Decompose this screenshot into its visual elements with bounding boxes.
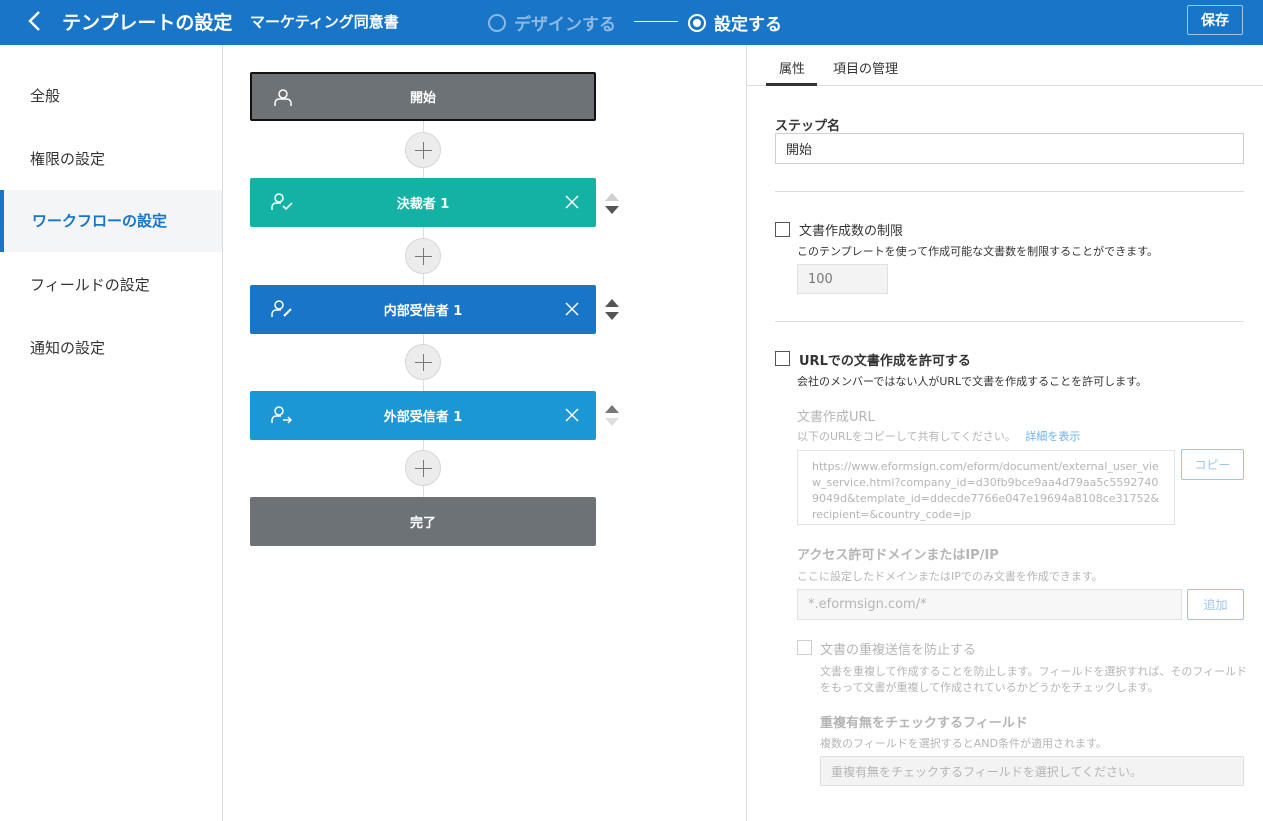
reorder-arrows[interactable]: [605, 405, 619, 427]
prevent-duplicate-hint-1: 文書を重複して作成することを防止します。フィールドを選択すれば、そのフィールド: [820, 665, 1248, 678]
properties-panel: 属性 項目の管理 ステップ名 開始 文書作成数の制限 このテンプレートを使って作…: [746, 45, 1263, 821]
add-step-button[interactable]: [405, 132, 441, 168]
step-connector: [634, 21, 678, 22]
limit-checkbox[interactable]: [775, 222, 790, 237]
workflow-canvas: 開始 決裁者 1 内部受信者 1 外部受信者 1 完了: [223, 45, 746, 821]
arrow-down-icon[interactable]: [605, 312, 619, 320]
workflow-step-external-recipient[interactable]: 外部受信者 1: [250, 391, 596, 440]
arrow-up-icon[interactable]: [605, 299, 619, 307]
divider: [775, 191, 1244, 192]
divider: [775, 321, 1244, 322]
close-icon[interactable]: [564, 194, 580, 210]
radio-off-icon: [488, 13, 506, 32]
limit-label: 文書作成数の制限: [799, 224, 904, 239]
create-url-label: 文書作成URL: [797, 410, 875, 425]
user-send-icon: [271, 406, 293, 424]
create-url-field[interactable]: https://www.eformsign.com/eform/document…: [797, 450, 1175, 525]
page-title: テンプレートの設定: [62, 12, 233, 34]
close-icon[interactable]: [564, 301, 580, 317]
domain-input[interactable]: *.eformsign.com/*: [797, 589, 1182, 620]
prevent-duplicate-hint-2: をもって文書が重複して作成されているかどうかをチェックします。: [820, 681, 1159, 694]
domain-hint: ここに設定したドメインまたはIPでのみ文書を作成できます。: [797, 570, 1103, 583]
copy-button[interactable]: コピー: [1181, 449, 1244, 480]
arrow-up-icon[interactable]: [605, 405, 619, 413]
document-name: マーケティング同意書: [250, 13, 399, 31]
reorder-arrows[interactable]: [605, 299, 619, 321]
arrow-down-icon[interactable]: [605, 206, 619, 214]
duplicate-field-hint: 複数のフィールドを選択するとAND条件が適用されます。: [820, 737, 1107, 750]
step-design-label: デザインする: [514, 15, 616, 35]
detail-link[interactable]: 詳細を表示: [1025, 430, 1080, 443]
arrow-up-icon[interactable]: [605, 193, 619, 201]
active-tab-underline: [766, 83, 817, 86]
workflow-step-internal-recipient[interactable]: 内部受信者 1: [250, 285, 596, 334]
close-icon[interactable]: [564, 407, 580, 423]
duplicate-field-select[interactable]: 重複有無をチェックするフィールドを選択してください。: [820, 756, 1244, 786]
user-edit-icon: [271, 300, 292, 317]
prevent-duplicate-label: 文書の重複送信を防止する: [820, 643, 977, 658]
duplicate-field-label: 重複有無をチェックするフィールド: [820, 716, 1028, 731]
sidebar-item-general[interactable]: 全般: [0, 65, 222, 127]
add-step-button[interactable]: [405, 450, 441, 486]
step-design[interactable]: デザインする: [488, 10, 616, 35]
header-bar: テンプレートの設定 マーケティング同意書 デザインする 設定する 保存: [0, 0, 1263, 45]
add-step-button[interactable]: [405, 238, 441, 274]
tab-item-management[interactable]: 項目の管理: [833, 58, 898, 77]
sidebar-item-permissions[interactable]: 権限の設定: [0, 128, 222, 190]
back-arrow-icon[interactable]: [24, 9, 48, 33]
step-label: 外部受信者 1: [383, 410, 463, 425]
step-settings-label: 設定する: [714, 15, 782, 35]
add-step-button[interactable]: [405, 344, 441, 380]
save-button[interactable]: 保存: [1187, 5, 1243, 35]
workflow-step-start[interactable]: 開始: [250, 72, 596, 121]
user-icon: [274, 89, 292, 106]
step-label: 開始: [409, 91, 436, 106]
limit-count-input[interactable]: 100: [797, 264, 888, 294]
sidebar-item-notifications[interactable]: 通知の設定: [0, 317, 222, 379]
workflow-step-complete[interactable]: 完了: [250, 497, 596, 546]
sidebar-item-fields[interactable]: フィールドの設定: [0, 254, 222, 316]
add-domain-button[interactable]: 追加: [1187, 589, 1244, 620]
step-label: 完了: [409, 516, 436, 531]
step-name-input[interactable]: 開始: [775, 133, 1244, 164]
copy-hint: 以下のURLをコピーして共有してください。 詳細を表示: [797, 428, 1080, 444]
step-label: 決裁者 1: [396, 197, 450, 212]
url-create-label: URLでの文書作成を許可する: [799, 354, 971, 369]
panel-tabs: 属性 項目の管理: [747, 45, 1263, 86]
sidebar-item-workflow[interactable]: ワークフローの設定: [0, 190, 222, 252]
step-settings[interactable]: 設定する: [688, 10, 782, 35]
url-create-checkbox[interactable]: [775, 351, 790, 366]
step-label: 内部受信者 1: [383, 304, 463, 319]
user-check-icon: [271, 193, 293, 211]
radio-on-icon: [688, 13, 706, 32]
reorder-arrows[interactable]: [605, 193, 619, 215]
domain-label: アクセス許可ドメインまたはIP/IP: [797, 548, 999, 563]
step-name-label: ステップ名: [775, 119, 841, 134]
url-create-hint: 会社のメンバーではない人がURLで文書を作成することを許可します。: [797, 375, 1148, 388]
workflow-step-approver[interactable]: 決裁者 1: [250, 178, 596, 227]
arrow-down-icon[interactable]: [605, 418, 619, 426]
prevent-duplicate-checkbox[interactable]: [797, 640, 812, 655]
tab-properties[interactable]: 属性: [779, 58, 805, 77]
sidebar: 全般 権限の設定 ワークフローの設定 フィールドの設定 通知の設定: [0, 45, 223, 821]
limit-hint: このテンプレートを使って作成可能な文書数を制限することができます。: [797, 245, 1159, 258]
copy-hint-text: 以下のURLをコピーして共有してください。: [797, 430, 1016, 443]
